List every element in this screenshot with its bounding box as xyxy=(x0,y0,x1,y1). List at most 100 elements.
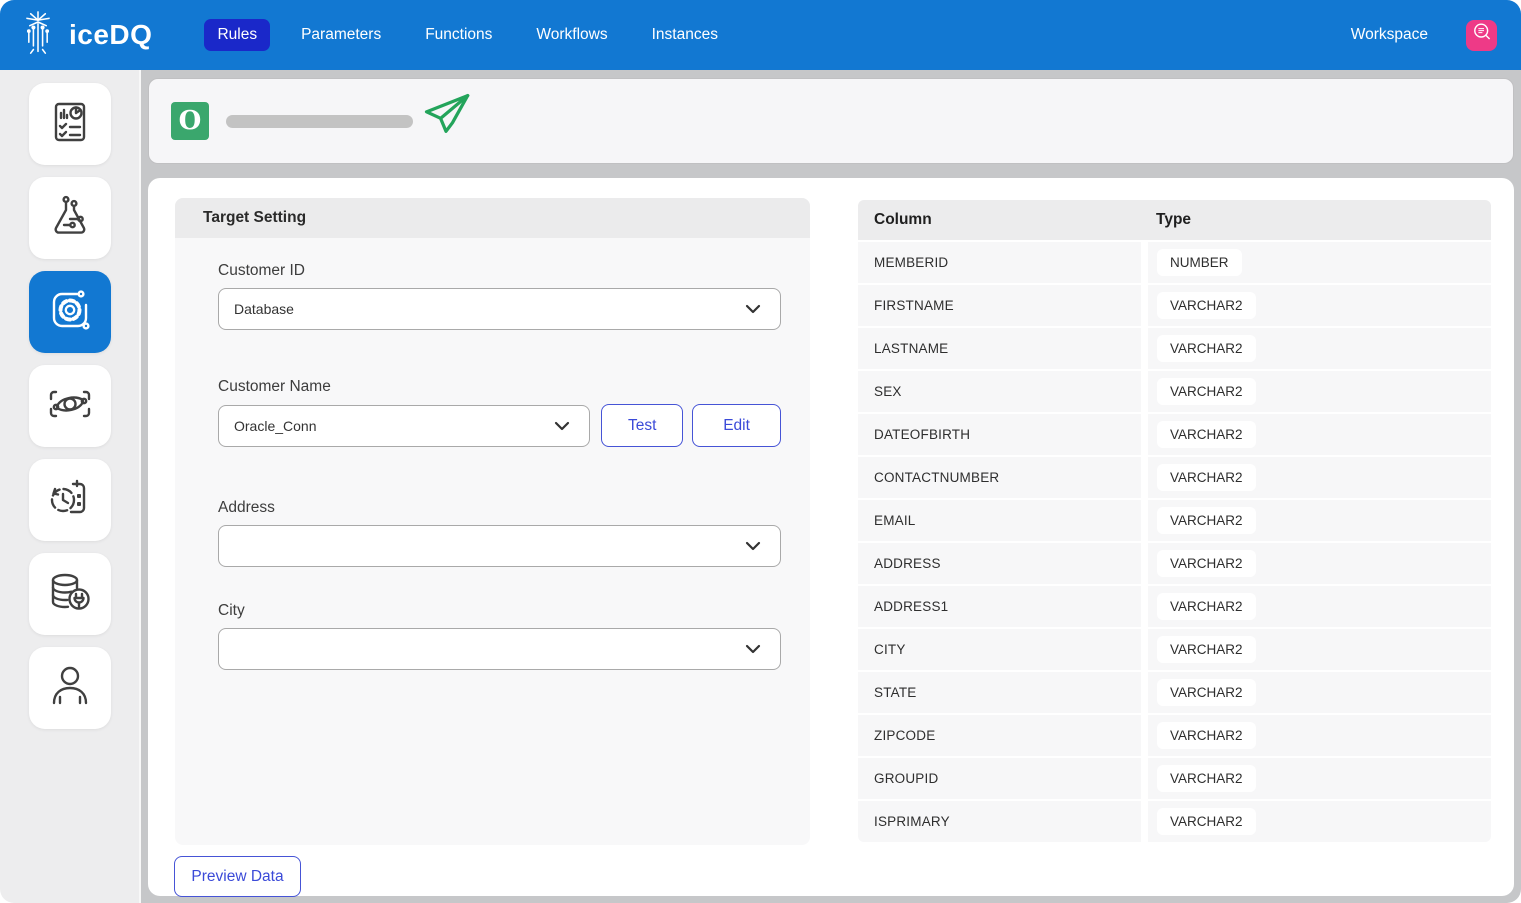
table-row: SEX VARCHAR2 xyxy=(858,371,1491,412)
table-row: STATE VARCHAR2 xyxy=(858,672,1491,713)
schema-table-header: Column Type xyxy=(858,200,1491,240)
column-cell-text: ADDRESS1 xyxy=(858,586,1141,627)
table-row: EMAIL VARCHAR2 xyxy=(858,500,1491,541)
address-label: Address xyxy=(218,499,781,517)
nav-parameters[interactable]: Parameters xyxy=(288,19,394,51)
table-row: ZIPCODE VARCHAR2 xyxy=(858,715,1491,756)
column-header: Column xyxy=(858,211,1148,229)
table-row: ISPRIMARY VARCHAR2 xyxy=(858,801,1491,842)
paper-plane-icon[interactable] xyxy=(420,89,472,144)
type-badge: VARCHAR2 xyxy=(1157,292,1256,319)
app-body: O Target Setting xyxy=(0,70,1521,903)
column-cell-text: CITY xyxy=(858,629,1141,670)
column-cell-text: SEX xyxy=(858,371,1141,412)
type-header: Type xyxy=(1148,211,1191,229)
schedule-history-icon xyxy=(46,474,94,527)
test-button[interactable]: Test xyxy=(601,404,683,447)
chevron-down-icon xyxy=(745,641,761,657)
column-cell-text: ISPRIMARY xyxy=(858,801,1141,842)
type-badge: VARCHAR2 xyxy=(1157,507,1256,534)
main-area: O Target Setting xyxy=(141,70,1521,903)
oracle-o-icon: O xyxy=(171,102,209,140)
sidebar-item-lab[interactable] xyxy=(29,177,111,259)
sidebar-item-connections[interactable] xyxy=(29,553,111,635)
column-cell-text: LASTNAME xyxy=(858,328,1141,369)
type-badge: VARCHAR2 xyxy=(1157,593,1256,620)
city-select[interactable] xyxy=(218,628,781,670)
sidebar-item-schedule[interactable] xyxy=(29,459,111,541)
sidebar-item-reports[interactable] xyxy=(29,83,111,165)
customer-id-value: Database xyxy=(234,301,294,317)
nav-workflows[interactable]: Workflows xyxy=(523,19,620,51)
nav-rules[interactable]: Rules xyxy=(204,19,270,51)
column-cell-text: CONTACTNUMBER xyxy=(858,457,1141,498)
table-row: LASTNAME VARCHAR2 xyxy=(858,328,1491,369)
type-cell: VARCHAR2 xyxy=(1148,715,1491,756)
icedq-brain-icon xyxy=(16,7,60,64)
type-cell: VARCHAR2 xyxy=(1148,457,1491,498)
left-sidebar xyxy=(0,70,141,903)
type-badge: VARCHAR2 xyxy=(1157,464,1256,491)
type-cell: VARCHAR2 xyxy=(1148,801,1491,842)
sidebar-item-review[interactable] xyxy=(29,365,111,447)
table-row: FIRSTNAME VARCHAR2 xyxy=(858,285,1491,326)
customer-name-select[interactable]: Oracle_Conn xyxy=(218,405,590,447)
workspace-avatar-button[interactable] xyxy=(1466,20,1497,51)
table-row: ADDRESS1 VARCHAR2 xyxy=(858,586,1491,627)
content-panel: Target Setting Customer ID Database xyxy=(148,178,1514,896)
preview-data-button[interactable]: Preview Data xyxy=(174,856,301,897)
type-badge: VARCHAR2 xyxy=(1157,679,1256,706)
report-summary-icon xyxy=(46,98,94,151)
user-profile-icon xyxy=(46,662,94,715)
connection-progress-bar xyxy=(226,115,413,128)
type-badge: VARCHAR2 xyxy=(1157,550,1256,577)
type-badge: VARCHAR2 xyxy=(1157,808,1256,835)
chevron-down-icon xyxy=(745,301,761,317)
city-field: City xyxy=(218,602,781,670)
type-cell: VARCHAR2 xyxy=(1148,285,1491,326)
type-badge: VARCHAR2 xyxy=(1157,335,1256,362)
type-cell: VARCHAR2 xyxy=(1148,328,1491,369)
table-row: GROUPID VARCHAR2 xyxy=(858,758,1491,799)
column-cell-text: ZIPCODE xyxy=(858,715,1141,756)
type-badge: VARCHAR2 xyxy=(1157,765,1256,792)
type-badge: VARCHAR2 xyxy=(1157,722,1256,749)
nav-functions[interactable]: Functions xyxy=(412,19,505,51)
column-cell-text: ADDRESS xyxy=(858,543,1141,584)
customer-id-select[interactable]: Database xyxy=(218,288,781,330)
workspace-menu[interactable]: Workspace xyxy=(1351,26,1428,44)
target-setting-title: Target Setting xyxy=(175,198,810,238)
table-row: ADDRESS VARCHAR2 xyxy=(858,543,1491,584)
type-cell: VARCHAR2 xyxy=(1148,586,1491,627)
nav-instances[interactable]: Instances xyxy=(639,19,731,51)
table-row: DATEOFBIRTH VARCHAR2 xyxy=(858,414,1491,455)
column-cell-text: MEMBERID xyxy=(858,242,1141,283)
top-header: iceDQ Rules Parameters Functions Workflo… xyxy=(0,0,1521,70)
address-select[interactable] xyxy=(218,525,781,567)
customer-name-label: Customer Name xyxy=(218,378,781,396)
type-cell: VARCHAR2 xyxy=(1148,629,1491,670)
type-badge: VARCHAR2 xyxy=(1157,378,1256,405)
type-cell: VARCHAR2 xyxy=(1148,672,1491,713)
edit-button[interactable]: Edit xyxy=(692,404,781,447)
column-cell-text: GROUPID xyxy=(858,758,1141,799)
chevron-down-icon xyxy=(745,538,761,554)
customer-id-label: Customer ID xyxy=(218,262,781,280)
type-badge: NUMBER xyxy=(1157,249,1242,276)
column-cell-text: FIRSTNAME xyxy=(858,285,1141,326)
type-badge: VARCHAR2 xyxy=(1157,636,1256,663)
sidebar-item-profile[interactable] xyxy=(29,647,111,729)
source-bar: O xyxy=(148,78,1514,164)
table-row: CITY VARCHAR2 xyxy=(858,629,1491,670)
oracle-o-letter: O xyxy=(179,108,202,134)
customer-name-value: Oracle_Conn xyxy=(234,418,317,434)
icedq-logo[interactable]: iceDQ xyxy=(16,7,152,64)
customer-name-field: Customer Name Oracle_Conn Test Edit xyxy=(218,378,781,447)
app-window: iceDQ Rules Parameters Functions Workflo… xyxy=(0,0,1521,903)
chevron-down-icon xyxy=(554,418,570,434)
type-badge: VARCHAR2 xyxy=(1157,421,1256,448)
type-cell: VARCHAR2 xyxy=(1148,371,1491,412)
sidebar-item-settings[interactable] xyxy=(29,271,111,353)
main-nav: Rules Parameters Functions Workflows Ins… xyxy=(204,19,731,51)
address-field: Address xyxy=(218,499,781,567)
